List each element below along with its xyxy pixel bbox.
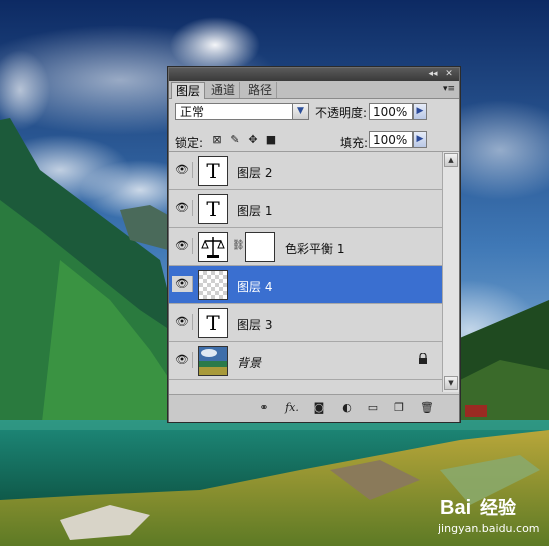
new-group-icon[interactable]: ▭ bbox=[365, 401, 381, 415]
layer-row[interactable]: 👁 背景 bbox=[169, 342, 442, 380]
fill-slider-button[interactable]: ▶ bbox=[413, 131, 427, 148]
panel-titlebar[interactable]: ◂◂ ✕ bbox=[169, 68, 459, 81]
layer-mask-icon[interactable]: ◙ bbox=[311, 401, 327, 415]
fill-label: 填充: bbox=[340, 136, 369, 150]
lock-position-icon[interactable]: ✥ bbox=[247, 134, 259, 146]
text-layer-thumbnail: T bbox=[198, 308, 228, 338]
watermark-suffix: 经验 bbox=[480, 497, 517, 519]
transparent-layer-thumbnail bbox=[198, 270, 228, 300]
text-layer-thumbnail: T bbox=[198, 194, 228, 224]
blend-opacity-row: 正常 ▼ 不透明度: 100% ▶ bbox=[169, 100, 459, 124]
watermark-url: jingyan.baidu.com bbox=[438, 522, 540, 535]
layers-list: 👁 T 图层 2 👁 T 图层 1 👁 ⛓ 色彩平衡 1 👁 图层 4 👁 T … bbox=[169, 152, 442, 392]
blend-mode-value: 正常 bbox=[180, 105, 205, 119]
tab-layers[interactable]: 图层 bbox=[171, 82, 206, 99]
opacity-input[interactable]: 100% bbox=[369, 103, 413, 120]
blend-mode-select[interactable]: 正常 ▼ bbox=[175, 103, 309, 120]
trash-icon[interactable]: 🗑 bbox=[419, 401, 435, 415]
lock-icon bbox=[418, 352, 428, 365]
opacity-slider-button[interactable]: ▶ bbox=[413, 103, 427, 120]
background-layer-thumbnail bbox=[198, 346, 228, 376]
layer-name: 图层 3 bbox=[237, 318, 273, 332]
new-layer-icon[interactable]: ❐ bbox=[391, 401, 407, 415]
layer-row[interactable]: 👁 T 图层 3 bbox=[169, 304, 442, 342]
link-layers-icon[interactable]: ⚭ bbox=[256, 401, 272, 415]
lock-all-icon[interactable]: ■ bbox=[265, 134, 277, 146]
eye-icon[interactable]: 👁 bbox=[172, 238, 193, 254]
layer-name: 背景 bbox=[237, 356, 262, 370]
tab-channels[interactable]: 通道 bbox=[207, 82, 241, 98]
eye-icon[interactable]: 👁 bbox=[172, 276, 193, 292]
layer-row[interactable]: 👁 ⛓ 色彩平衡 1 bbox=[169, 228, 442, 266]
scroll-down-icon[interactable]: ▼ bbox=[444, 376, 458, 390]
layer-row[interactable]: 👁 T 图层 1 bbox=[169, 190, 442, 228]
fx-icon[interactable]: fx. bbox=[281, 401, 303, 415]
adjustment-layer-icon[interactable]: ◐ bbox=[339, 401, 355, 415]
eye-icon[interactable]: 👁 bbox=[172, 352, 193, 368]
lock-transparent-pixels-icon[interactable]: ⊠ bbox=[211, 134, 223, 146]
panel-footer: ⚭ fx. ◙ ◐ ▭ ❐ 🗑 bbox=[169, 394, 459, 422]
layers-scrollbar[interactable]: ▲ ▼ bbox=[442, 152, 459, 392]
baidu-jingyan-watermark: Bai 经验 jingyan.baidu.com bbox=[437, 490, 548, 538]
text-layer-thumbnail: T bbox=[198, 156, 228, 186]
chevron-down-icon[interactable]: ▼ bbox=[292, 104, 308, 119]
double-left-arrow-icon[interactable]: ◂◂ bbox=[427, 69, 439, 79]
layer-row[interactable]: 👁 T 图层 2 bbox=[169, 152, 442, 190]
layers-panel: ◂◂ ✕ 图层 通道 路径 ▾≡ 正常 ▼ 不透明度: 100% ▶ 锁定: ⊠… bbox=[168, 67, 460, 422]
panel-menu-icon[interactable]: ▾≡ bbox=[443, 84, 455, 94]
panel-tabs: 图层 通道 路径 ▾≡ bbox=[169, 81, 459, 99]
close-icon[interactable]: ✕ bbox=[443, 69, 455, 79]
fill-input[interactable]: 100% bbox=[369, 131, 413, 148]
opacity-label: 不透明度: bbox=[315, 106, 368, 120]
chain-link-icon[interactable]: ⛓ bbox=[232, 240, 245, 251]
eye-icon[interactable]: 👁 bbox=[172, 162, 193, 178]
eye-icon[interactable]: 👁 bbox=[172, 200, 193, 216]
tab-paths[interactable]: 路径 bbox=[244, 82, 278, 98]
watermark-brand: Bai bbox=[440, 497, 471, 519]
color-balance-icon bbox=[198, 232, 228, 262]
layer-name: 图层 1 bbox=[237, 204, 273, 218]
layer-name: 图层 2 bbox=[237, 166, 273, 180]
layer-name: 图层 4 bbox=[237, 280, 273, 294]
scroll-up-icon[interactable]: ▲ bbox=[444, 153, 458, 167]
lock-image-pixels-icon[interactable]: ✎ bbox=[229, 134, 241, 146]
layer-mask-thumbnail[interactable] bbox=[245, 232, 275, 262]
layer-name: 色彩平衡 1 bbox=[285, 242, 345, 256]
layer-row-selected[interactable]: 👁 图层 4 bbox=[169, 266, 442, 304]
eye-icon[interactable]: 👁 bbox=[172, 314, 193, 330]
lock-label: 锁定: bbox=[175, 136, 204, 150]
